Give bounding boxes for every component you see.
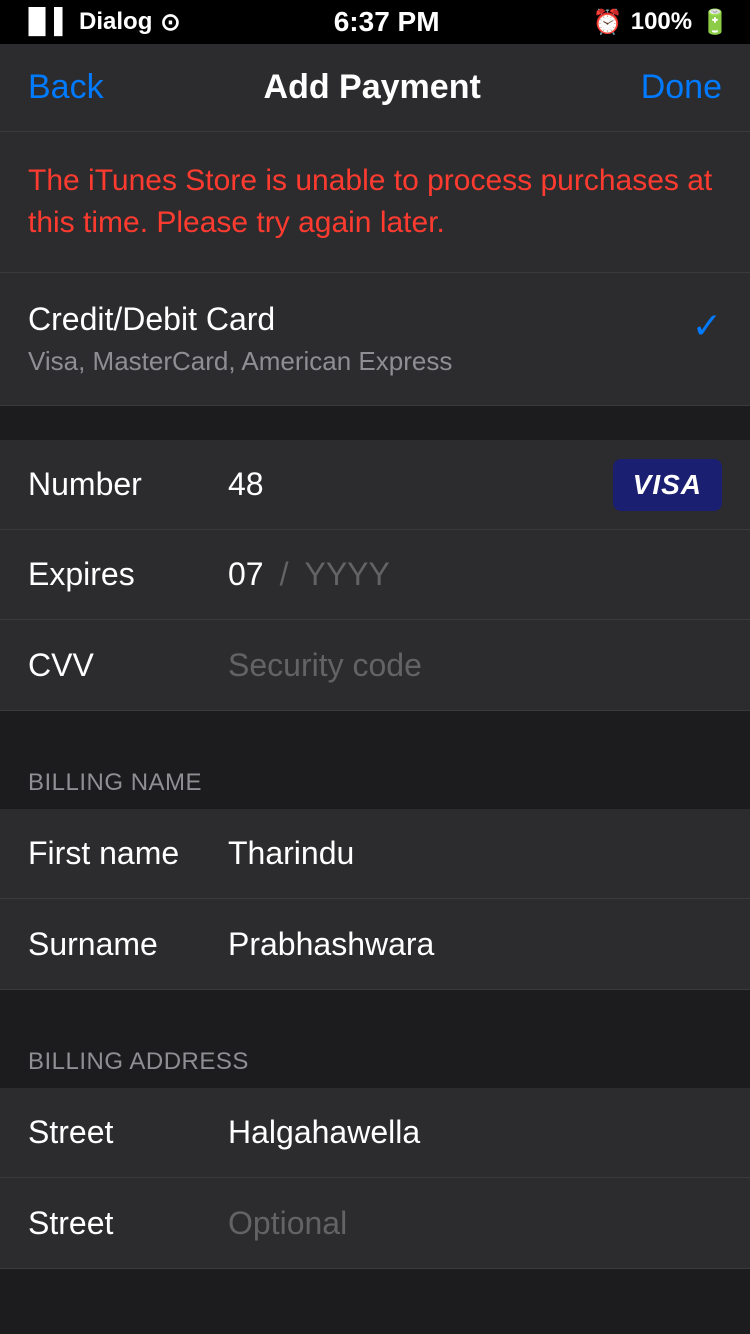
section-divider-2 <box>0 711 750 745</box>
payment-method-row[interactable]: Credit/Debit Card Visa, MasterCard, Amer… <box>0 273 750 406</box>
number-row[interactable]: Number 48 VISA <box>0 440 750 530</box>
done-button[interactable]: Done <box>641 68 722 107</box>
surname-row[interactable]: Surname Prabhashwara <box>0 899 750 989</box>
first-name-value[interactable]: Tharindu <box>228 835 722 872</box>
expires-slash: / <box>280 556 289 593</box>
street2-input[interactable]: Optional <box>228 1205 722 1242</box>
status-bar-time: 6:37 PM <box>334 6 440 38</box>
billing-name-title: BILLING NAME <box>28 769 202 796</box>
first-name-row[interactable]: First name Tharindu <box>0 809 750 899</box>
cvv-label: CVV <box>28 647 228 684</box>
billing-name-header: BILLING NAME <box>0 745 750 809</box>
billing-address-header: BILLING ADDRESS <box>0 1024 750 1088</box>
street2-row[interactable]: Street Optional <box>0 1178 750 1268</box>
payment-method-subtitle: Visa, MasterCard, American Express <box>28 346 452 377</box>
visa-badge: VISA <box>613 459 722 511</box>
battery-percent: 100% <box>631 8 692 36</box>
status-bar: ▐▌▌ Dialog ⊙ 6:37 PM ⏰ 100% 🔋 <box>0 0 750 44</box>
back-button[interactable]: Back <box>28 68 104 107</box>
street-value[interactable]: Halgahawella <box>228 1114 722 1151</box>
error-message: The iTunes Store is unable to process pu… <box>28 164 712 239</box>
alarm-icon: ⏰ <box>593 8 623 37</box>
expires-year[interactable]: YYYY <box>304 556 389 593</box>
first-name-label: First name <box>28 835 228 872</box>
signal-icon: ▐▌▌ <box>20 8 71 36</box>
error-banner: The iTunes Store is unable to process pu… <box>0 132 750 273</box>
expires-row[interactable]: Expires 07 / YYYY <box>0 530 750 620</box>
selected-checkmark: ✓ <box>692 305 722 347</box>
number-label: Number <box>28 466 228 503</box>
surname-value[interactable]: Prabhashwara <box>228 926 722 963</box>
payment-method-info: Credit/Debit Card Visa, MasterCard, Amer… <box>28 301 452 377</box>
page-title: Add Payment <box>264 68 481 107</box>
section-divider-1 <box>0 406 750 440</box>
number-value[interactable]: 48 <box>228 466 613 503</box>
card-form-section: Number 48 VISA Expires 07 / YYYY CVV Sec… <box>0 440 750 711</box>
section-divider-3 <box>0 990 750 1024</box>
cvv-row[interactable]: CVV Security code <box>0 620 750 710</box>
expires-month[interactable]: 07 <box>228 556 264 593</box>
carrier-label: Dialog <box>79 8 152 36</box>
surname-label: Surname <box>28 926 228 963</box>
billing-name-section: First name Tharindu Surname Prabhashwara <box>0 809 750 990</box>
street2-label: Street <box>28 1205 228 1242</box>
status-bar-left: ▐▌▌ Dialog ⊙ <box>20 8 180 37</box>
payment-method-title: Credit/Debit Card <box>28 301 452 338</box>
status-bar-right: ⏰ 100% 🔋 <box>593 8 730 37</box>
street-label: Street <box>28 1114 228 1151</box>
expires-label: Expires <box>28 556 228 593</box>
nav-bar: Back Add Payment Done <box>0 44 750 132</box>
wifi-icon: ⊙ <box>160 8 180 37</box>
billing-address-title: BILLING ADDRESS <box>28 1048 249 1075</box>
billing-address-section: Street Halgahawella Street Optional <box>0 1088 750 1269</box>
expires-fields: 07 / YYYY <box>228 556 390 593</box>
cvv-input[interactable]: Security code <box>228 647 722 684</box>
battery-icon: 🔋 <box>700 8 730 37</box>
street-row[interactable]: Street Halgahawella <box>0 1088 750 1178</box>
